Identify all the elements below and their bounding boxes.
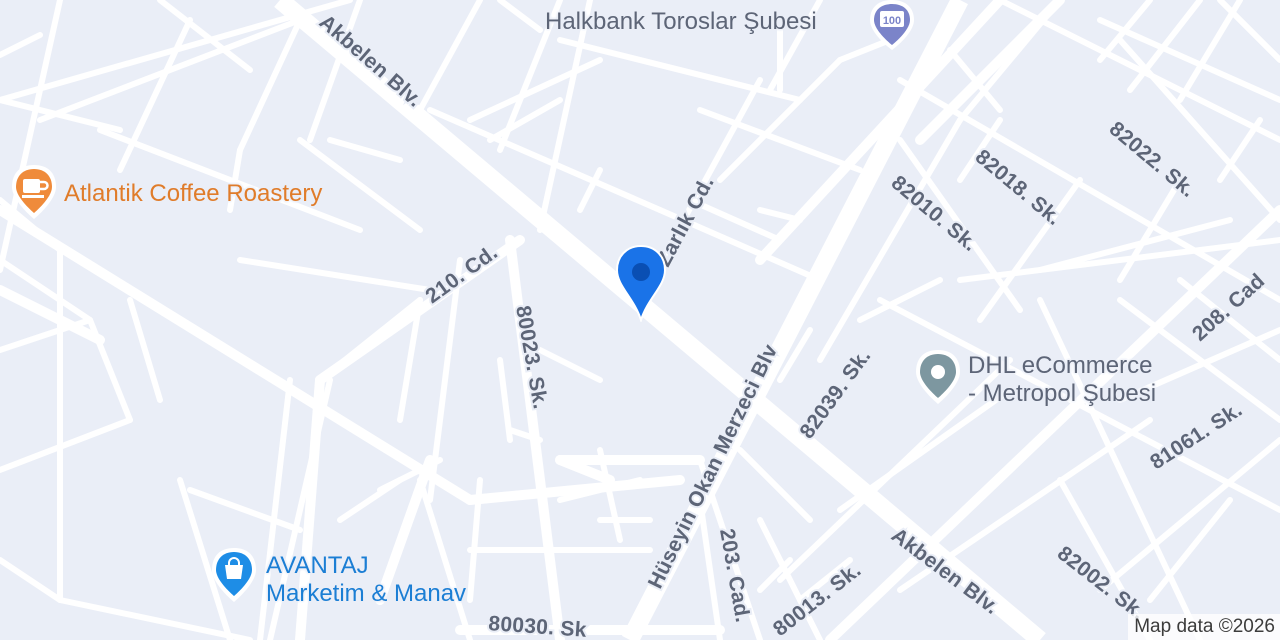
coffee-cup-icon (12, 165, 56, 219)
bank-icon: 100 (870, 0, 914, 50)
road-label: 203. Cad. (715, 527, 754, 624)
poi-label-halkbank: Halkbank Toroslar Şubesi (545, 8, 817, 35)
poi-label-avantaj-line2: Marketim & Manav (266, 580, 467, 607)
shopping-bag-icon (212, 548, 256, 602)
road-label: 210. Cd. (421, 241, 502, 308)
svg-text:100: 100 (883, 15, 901, 27)
road-label: 80030. Sk (488, 612, 588, 640)
poi-label-atlantik: Atlantik Coffee Roastery (64, 180, 323, 207)
selected-location-pin-icon[interactable] (614, 244, 668, 322)
road-label: Akbelen Blv. (315, 10, 427, 111)
poi-label-avantaj-line1: AVANTAJ (266, 552, 369, 579)
road-label: Hüseyin Okan Merzeci Blv (644, 341, 782, 593)
map-attribution: Map data ©2026 (1128, 614, 1280, 640)
generic-place-icon (916, 350, 960, 404)
road-label: 82018. Sk. (971, 145, 1066, 230)
map-canvas[interactable]: Akbelen Blv. Akbelen Blv. Hüseyin Okan M… (0, 0, 1280, 640)
poi-label-dhl-line2: - Metropol Şubesi (968, 380, 1157, 407)
poi-label-dhl-line1: DHL eCommerce (968, 352, 1153, 379)
road-label: 82039. Sk. (795, 345, 875, 443)
road-label: 82022. Sk. (1105, 117, 1200, 202)
road-label: 80023. Sk. (511, 304, 552, 411)
